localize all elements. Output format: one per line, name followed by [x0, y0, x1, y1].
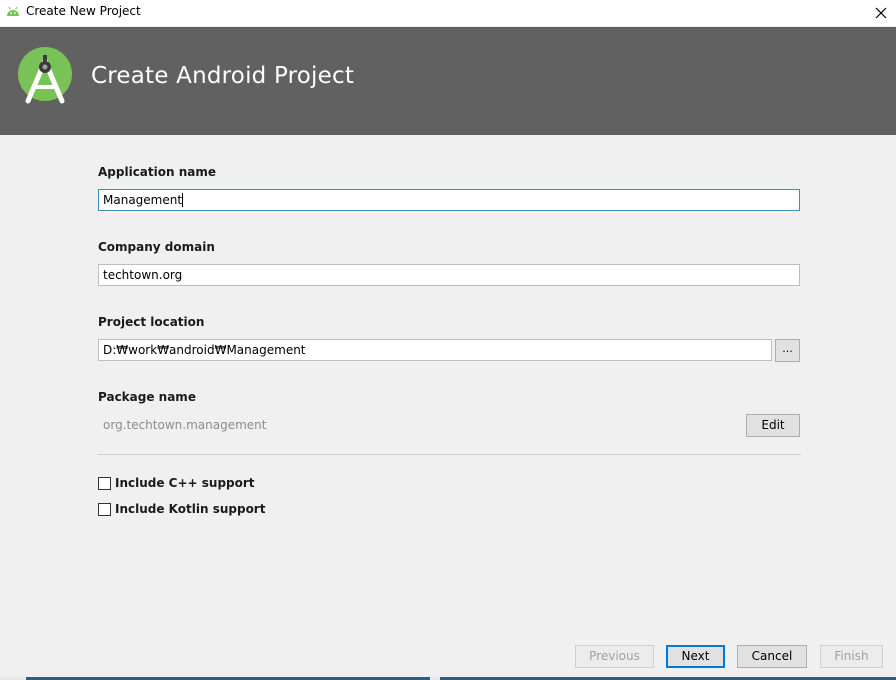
company-domain-input[interactable]: techtown.org	[98, 264, 800, 286]
create-project-window: Create New Project Create Android Projec…	[0, 0, 896, 680]
android-studio-logo	[18, 47, 72, 104]
project-location-input[interactable]: D:₩work₩android₩Management	[98, 339, 772, 361]
divider	[98, 454, 801, 455]
page-title: Create Android Project	[91, 63, 355, 89]
application-name-value: Management	[103, 193, 183, 207]
cancel-button[interactable]: Cancel	[737, 645, 807, 668]
edit-package-button[interactable]: Edit	[746, 414, 800, 437]
company-domain-value: techtown.org	[103, 268, 183, 282]
project-location-label: Project location	[98, 315, 205, 329]
include-cpp-checkbox[interactable]	[98, 476, 111, 490]
company-domain-label: Company domain	[98, 240, 215, 254]
wizard-header: Create Android Project	[0, 27, 896, 135]
android-icon	[7, 6, 19, 16]
window-title: Create New Project	[26, 4, 141, 18]
application-name-label: Application name	[98, 165, 217, 179]
previous-button[interactable]: Previous	[575, 645, 654, 668]
text-caret	[182, 193, 184, 207]
next-button[interactable]: Next	[666, 645, 725, 668]
close-button[interactable]	[866, 0, 896, 26]
title-bar: Create New Project	[0, 0, 896, 26]
include-kotlin-label: Include Kotlin support	[115, 502, 266, 516]
finish-button[interactable]: Finish	[820, 645, 883, 668]
include-cpp-option[interactable]: Include C++ support	[98, 475, 255, 491]
close-icon	[875, 7, 887, 19]
browse-location-button[interactable]: ...	[775, 339, 800, 362]
include-kotlin-option[interactable]: Include Kotlin support	[98, 501, 265, 517]
application-name-input[interactable]: Management	[98, 189, 800, 211]
include-kotlin-checkbox[interactable]	[98, 502, 111, 516]
package-name-value: org.techtown.management	[103, 418, 267, 432]
include-cpp-label: Include C++ support	[115, 476, 255, 490]
project-location-value: D:₩work₩android₩Management	[103, 343, 306, 357]
package-name-label: Package name	[98, 390, 196, 404]
